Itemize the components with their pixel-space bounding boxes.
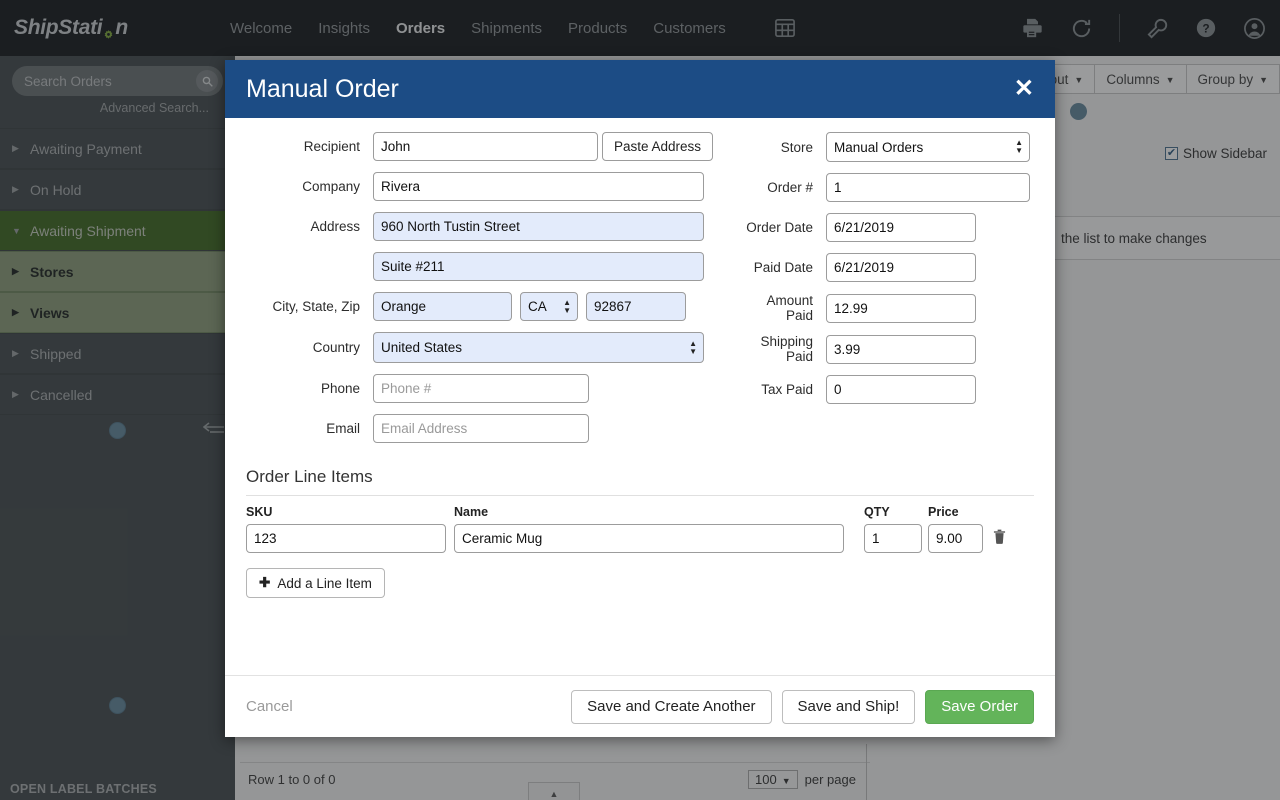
paid-date-label: Paid Date <box>753 260 813 275</box>
recipient-form-column: Recipient Paste Address Company Address <box>246 132 716 454</box>
address-row: Address <box>246 212 716 241</box>
modal-title: Manual Order <box>246 74 399 103</box>
tax-paid-label: Tax Paid <box>761 382 813 397</box>
order-number-label: Order # <box>767 180 813 195</box>
recipient-label: Recipient <box>303 139 360 154</box>
store-row: Store Manual Orders ▲ ▼ <box>742 132 1034 162</box>
line-items-header-row: SKU Name QTY Price <box>246 505 1034 519</box>
store-label: Store <box>780 139 813 155</box>
phone-label: Phone <box>320 381 360 396</box>
order-date-label: Order Date <box>746 220 813 235</box>
state-select[interactable]: CA <box>520 292 578 321</box>
city-state-zip-label: City, State, Zip <box>272 299 360 314</box>
order-date-input[interactable] <box>826 213 976 242</box>
store-select[interactable]: Manual Orders <box>826 132 1030 162</box>
line-item-row <box>246 524 1034 553</box>
add-line-item-button[interactable]: ✚ Add a Line Item <box>246 568 385 598</box>
address2-row <box>246 252 716 281</box>
order-details-column: Store Manual Orders ▲ ▼ Order # 1 Order … <box>716 132 1034 454</box>
address-line2-input[interactable] <box>373 252 704 281</box>
trash-icon[interactable] <box>993 529 1006 547</box>
amount-paid-row: Amount Paid <box>742 293 1034 323</box>
close-icon[interactable]: ✕ <box>1014 77 1034 101</box>
order-number-row: Order # <box>742 173 1034 202</box>
email-row: Email <box>246 414 716 443</box>
amount-paid-label: Amount Paid <box>766 293 813 323</box>
column-header-qty: QTY <box>864 505 890 519</box>
paste-address-button[interactable]: Paste Address <box>602 132 714 161</box>
line-item-price-input[interactable] <box>928 524 983 553</box>
city-input[interactable] <box>373 292 512 321</box>
column-header-price: Price <box>928 505 959 519</box>
column-header-sku: SKU <box>246 505 273 519</box>
save-order-button[interactable]: Save Order <box>925 689 1034 724</box>
plus-icon: ✚ <box>259 575 271 590</box>
country-select[interactable]: United States <box>373 332 704 363</box>
line-item-sku-input[interactable] <box>246 524 446 553</box>
country-label: Country <box>312 340 360 355</box>
paid-date-input[interactable] <box>826 253 976 282</box>
company-input[interactable] <box>373 172 704 201</box>
shipping-paid-label: Shipping Paid <box>760 334 813 364</box>
line-item-name-input[interactable] <box>454 524 844 553</box>
company-row: Company <box>246 172 716 201</box>
recipient-input[interactable] <box>373 132 598 161</box>
zip-input[interactable] <box>586 292 686 321</box>
order-line-items-heading: Order Line Items <box>246 467 373 486</box>
email-label: Email <box>326 421 360 436</box>
line-item-qty-input[interactable] <box>864 524 922 553</box>
tax-paid-input[interactable] <box>826 375 976 404</box>
city-state-zip-row: City, State, Zip CA ▲▼ <box>246 292 716 321</box>
manual-order-modal: Manual Order ✕ Recipient Paste Address C… <box>225 60 1055 737</box>
order-date-row: Order Date <box>742 213 1034 242</box>
section-divider <box>246 495 1034 496</box>
cancel-button[interactable]: Cancel <box>246 698 293 715</box>
save-and-ship-button[interactable]: Save and Ship! <box>781 689 916 724</box>
modal-footer: Cancel Save and Create Another Save and … <box>225 675 1055 737</box>
email-input[interactable] <box>373 414 589 443</box>
shipping-paid-row: Shipping Paid <box>742 334 1034 364</box>
paid-date-row: Paid Date <box>742 253 1034 282</box>
modal-body: Recipient Paste Address Company Address <box>225 118 1055 733</box>
phone-row: Phone <box>246 374 716 403</box>
address-line1-input[interactable] <box>373 212 704 241</box>
column-header-actions <box>993 505 1033 519</box>
company-label: Company <box>302 179 360 194</box>
amount-paid-input[interactable] <box>826 293 976 323</box>
column-header-name: Name <box>454 505 489 519</box>
add-line-item-label: Add a Line Item <box>277 575 372 591</box>
save-and-create-another-button[interactable]: Save and Create Another <box>571 689 772 724</box>
shipping-paid-input[interactable] <box>826 334 976 364</box>
modal-header: Manual Order ✕ <box>225 60 1055 118</box>
address-label: Address <box>310 219 360 234</box>
tax-paid-row: Tax Paid <box>742 375 1034 404</box>
order-number-input[interactable] <box>826 173 1030 202</box>
recipient-row: Recipient Paste Address <box>246 132 716 161</box>
phone-input[interactable] <box>373 374 589 403</box>
country-row: Country United States ▲ ▼ <box>246 332 716 363</box>
